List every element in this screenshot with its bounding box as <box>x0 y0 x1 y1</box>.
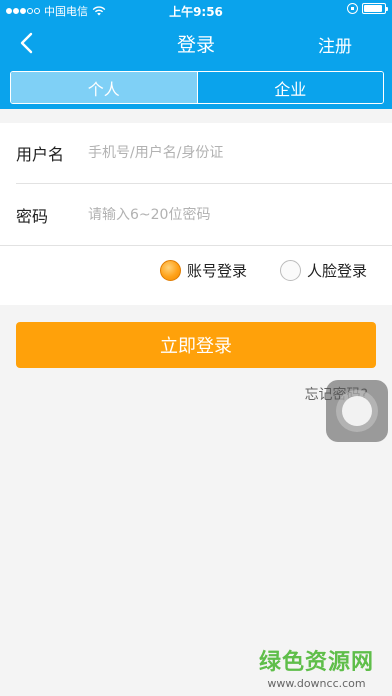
username-label: 用户名 <box>16 145 65 164</box>
battery-fill <box>364 5 382 12</box>
status-time: 上午9:56 <box>169 5 223 19</box>
watermark-url: www.downcc.com <box>267 677 366 690</box>
tab-enterprise[interactable]: 企业 <box>196 72 383 103</box>
assistive-touch-button[interactable] <box>326 380 388 442</box>
register-button[interactable]: 注册 <box>318 32 352 57</box>
status-right <box>347 3 388 14</box>
header: 中国电信 上午9:56 登录 注册 个人 企业 <box>0 0 392 109</box>
assistive-touch-ring <box>336 390 378 432</box>
password-input[interactable] <box>88 206 392 223</box>
login-type-options: 账号登录 人脸登录 <box>0 245 392 305</box>
assistive-touch-core <box>342 396 372 426</box>
tab-personal[interactable]: 个人 <box>11 72 197 103</box>
password-label: 密码 <box>16 206 49 226</box>
login-screen: 中国电信 上午9:56 登录 注册 个人 企业 用户名 手机号/用户名/身份证 … <box>0 0 392 696</box>
watermark-title: 绿色资源网 <box>258 650 374 675</box>
radio-face-login[interactable]: 人脸登录 <box>280 260 367 281</box>
password-row: 密码 <box>16 184 392 245</box>
status-bar: 中国电信 上午9:56 <box>0 0 392 20</box>
radio-account-login[interactable]: 账号登录 <box>160 260 247 281</box>
nav-bar: 登录 注册 <box>0 20 392 66</box>
watermark: 绿色资源网 www.downcc.com <box>259 644 374 690</box>
username-input[interactable] <box>88 145 392 161</box>
radio-unchecked-icon <box>280 260 301 281</box>
login-form: 用户名 密码 账号登录 人脸登录 <box>0 123 392 305</box>
login-button[interactable]: 立即登录 <box>16 322 376 368</box>
radio-face-login-label: 人脸登录 <box>307 262 368 280</box>
radio-account-login-label: 账号登录 <box>187 262 248 280</box>
username-row: 用户名 <box>16 123 392 184</box>
rotation-lock-icon <box>347 3 358 14</box>
account-type-tabs: 个人 企业 <box>10 71 384 104</box>
battery-icon <box>362 3 388 14</box>
radio-checked-icon <box>160 260 181 281</box>
